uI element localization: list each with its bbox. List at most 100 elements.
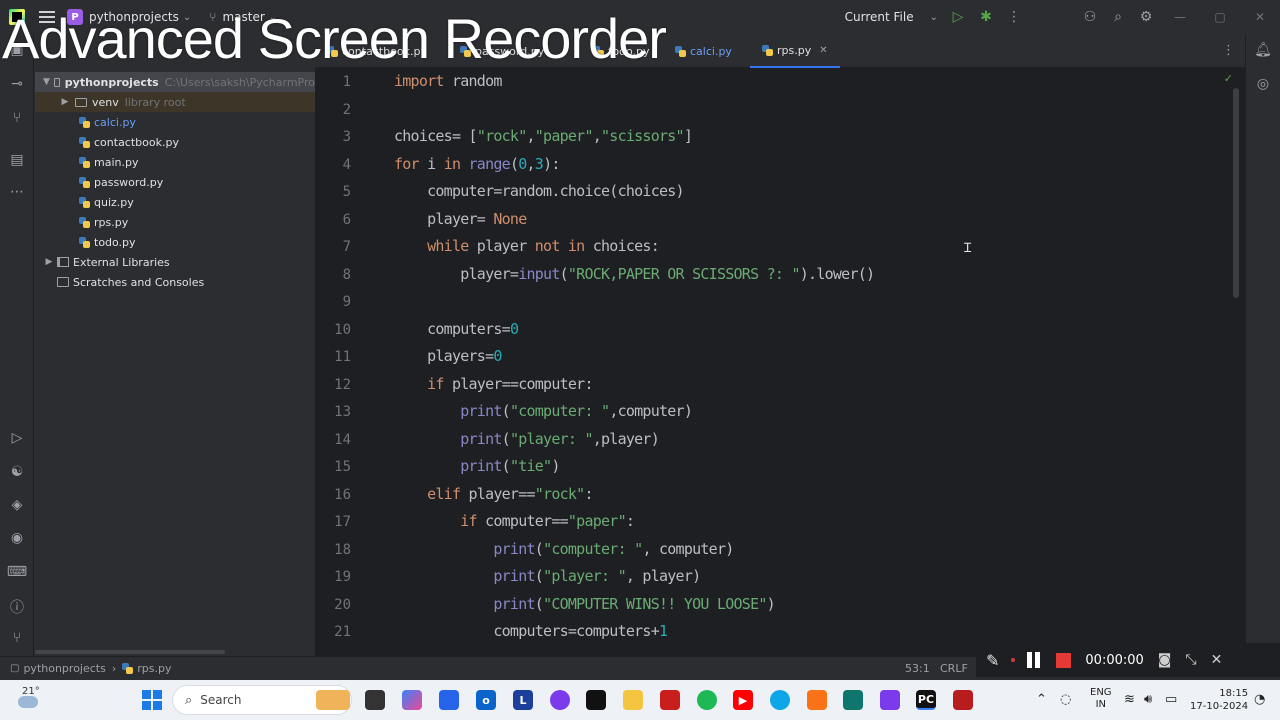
breadcrumb-project[interactable]: pythonprojects xyxy=(23,662,105,675)
code-line[interactable]: if player==computer: xyxy=(394,375,593,397)
tree-file-quiz[interactable]: quiz.py xyxy=(35,192,315,212)
chevron-down-icon[interactable]: ▼ xyxy=(43,77,50,87)
screen-recorder-taskbar-icon[interactable] xyxy=(953,690,973,710)
maximize-button[interactable]: ▢ xyxy=(1200,10,1240,24)
tree-scratches[interactable]: Scratches and Consoles xyxy=(35,272,315,292)
debug-icon[interactable]: ✱ xyxy=(972,9,1000,25)
terminal-icon[interactable]: ⌨ xyxy=(0,564,34,580)
copilot-icon[interactable] xyxy=(402,690,422,710)
code-editor[interactable]: 1 2 3 4 5 6 7 8 9 10 11 12 13 14 15 16 1… xyxy=(315,68,1245,656)
mcafee-icon[interactable] xyxy=(660,690,680,710)
code-line[interactable]: print("computer: ",computer) xyxy=(394,402,693,424)
problems-icon[interactable]: ⓘ xyxy=(0,597,34,617)
tree-file-password[interactable]: password.py xyxy=(35,172,315,192)
code-line[interactable]: print("player: ", player) xyxy=(394,567,701,589)
github-icon[interactable] xyxy=(586,690,606,710)
search-icon[interactable]: ⌕ xyxy=(1104,9,1132,25)
code-line[interactable]: player= None xyxy=(394,210,527,232)
chevron-right-icon[interactable]: ▶ xyxy=(59,97,71,107)
tab-calci[interactable]: calci.py xyxy=(675,34,732,68)
collapse-icon[interactable]: ⤡ xyxy=(1185,652,1196,668)
edge-icon[interactable] xyxy=(770,690,790,710)
more-actions-icon[interactable]: ⋮ xyxy=(1000,9,1028,25)
code-line[interactable]: while player not in choices: xyxy=(394,237,660,259)
caret-position[interactable]: 53:1 xyxy=(905,662,930,675)
code-line[interactable]: if computer=="paper": xyxy=(394,512,635,534)
code-line[interactable]: computer=random.choice(choices) xyxy=(394,182,684,204)
network-globe-icon[interactable]: ◌ xyxy=(1060,692,1071,707)
chevron-right-icon[interactable]: ▶ xyxy=(43,257,55,267)
tree-file-rps[interactable]: rps.py xyxy=(35,212,315,232)
store-icon[interactable] xyxy=(439,690,459,710)
tab-rps[interactable]: rps.py ✕ xyxy=(750,34,840,68)
python-console-icon[interactable]: ☯ xyxy=(0,464,34,480)
run-tool-icon[interactable]: ▷ xyxy=(0,430,34,446)
git-icon[interactable]: ⑂ xyxy=(0,630,34,646)
notifications-bell-icon[interactable]: 🔔︎ xyxy=(1246,42,1280,58)
ai-assistant-icon[interactable]: ◎ xyxy=(1246,76,1280,92)
tree-file-calci[interactable]: calci.py xyxy=(35,112,315,132)
tree-folder-venv[interactable]: ▶ venv library root xyxy=(35,92,315,112)
tab-contactbook[interactable]: contactbook.py xyxy=(327,34,427,68)
code-line[interactable]: print("tie") xyxy=(394,457,560,479)
pull-requests-icon[interactable]: ⑂ xyxy=(0,110,34,126)
code-area[interactable]: import random choices= ["rock","paper","s… xyxy=(394,68,1234,656)
stop-recording-button[interactable] xyxy=(1056,652,1072,668)
code-line[interactable]: import random xyxy=(394,72,502,94)
code-line[interactable]: print("player: ",player) xyxy=(394,430,660,452)
chevron-down-icon[interactable]: ⌄ xyxy=(930,12,938,23)
pause-recording-button[interactable] xyxy=(1027,652,1041,668)
tab-password[interactable]: password.py xyxy=(460,34,544,68)
vcs-branch-widget[interactable]: master xyxy=(222,10,264,24)
visual-studio-icon[interactable] xyxy=(880,690,900,710)
youtube-icon[interactable]: ▶ xyxy=(733,690,753,710)
windows-start-button[interactable] xyxy=(142,690,162,710)
notification-center-icon[interactable]: ◔ xyxy=(1254,692,1265,707)
battery-icon[interactable]: ▭ xyxy=(1165,692,1177,707)
code-line[interactable]: for i in range(0,3): xyxy=(394,155,560,177)
chrome-like-icon[interactable] xyxy=(550,690,570,710)
settings-gear-icon[interactable]: ⚙ xyxy=(1132,9,1160,25)
l-app-icon[interactable]: L xyxy=(513,690,533,710)
pen-draw-icon[interactable]: ✎ xyxy=(986,651,999,670)
tree-external-libraries[interactable]: ▶ External Libraries xyxy=(35,252,315,272)
tree-root-folder[interactable]: ▼ pythonprojects C:\Users\saksh\PycharmP… xyxy=(35,72,315,92)
code-line[interactable]: players=0 xyxy=(394,347,502,369)
add-user-icon[interactable]: ⚇ xyxy=(1076,9,1104,25)
close-tab-icon[interactable]: ✕ xyxy=(819,45,827,56)
terminal-app-icon[interactable] xyxy=(843,690,863,710)
code-line[interactable]: player=input("ROCK,PAPER OR SCISSORS ?: … xyxy=(394,265,875,287)
volume-icon[interactable]: 🔊︎ xyxy=(1144,692,1152,707)
project-badge[interactable]: P xyxy=(67,9,83,25)
code-line[interactable]: computers=computers+1 xyxy=(394,622,668,644)
chevron-down-icon[interactable]: ⌄ xyxy=(269,12,277,23)
close-recorder-icon[interactable]: ✕ xyxy=(1211,652,1223,668)
code-line[interactable]: print("computer: ", computer) xyxy=(394,540,734,562)
tree-file-todo[interactable]: todo.py xyxy=(35,232,315,252)
pycharm-taskbar-icon[interactable]: PC xyxy=(916,690,936,710)
tree-file-contactbook[interactable]: contactbook.py xyxy=(35,132,315,152)
commit-icon[interactable]: ⊸ xyxy=(0,76,34,92)
code-line[interactable]: choices= ["rock","paper","scissors"] xyxy=(394,127,693,149)
spotify-icon[interactable] xyxy=(697,690,717,710)
system-clock[interactable]: 18:15 17-10-2024 xyxy=(1190,687,1248,713)
close-window-button[interactable]: ✕ xyxy=(1240,10,1280,24)
line-separator[interactable]: CRLF xyxy=(940,662,968,675)
python-packages-icon[interactable]: ◈ xyxy=(0,497,34,513)
widget-icon[interactable] xyxy=(316,690,350,710)
more-tabs-icon[interactable]: ⋮ xyxy=(1222,43,1235,58)
git-branch-icon[interactable]: ⑂ xyxy=(209,10,216,24)
code-line[interactable]: elif player=="rock": xyxy=(394,485,593,507)
code-line[interactable]: print("COMPUTER WINS!! YOU LOOSE") xyxy=(394,595,775,617)
task-view-icon[interactable] xyxy=(365,690,385,710)
outlook-icon[interactable]: o xyxy=(476,690,496,710)
breadcrumb-file[interactable]: rps.py xyxy=(137,662,171,675)
structure-icon[interactable]: ▤ xyxy=(0,152,34,168)
minimize-button[interactable]: — xyxy=(1160,10,1200,24)
input-language[interactable]: ENG IN xyxy=(1090,687,1112,711)
project-switcher[interactable]: pythonprojects xyxy=(89,10,179,24)
wifi-icon[interactable]: ≋ xyxy=(1124,692,1135,707)
no-problems-check-icon[interactable]: ✓ xyxy=(1224,72,1233,85)
run-icon[interactable]: ▷ xyxy=(944,9,972,25)
code-line[interactable]: computers=0 xyxy=(394,320,519,342)
